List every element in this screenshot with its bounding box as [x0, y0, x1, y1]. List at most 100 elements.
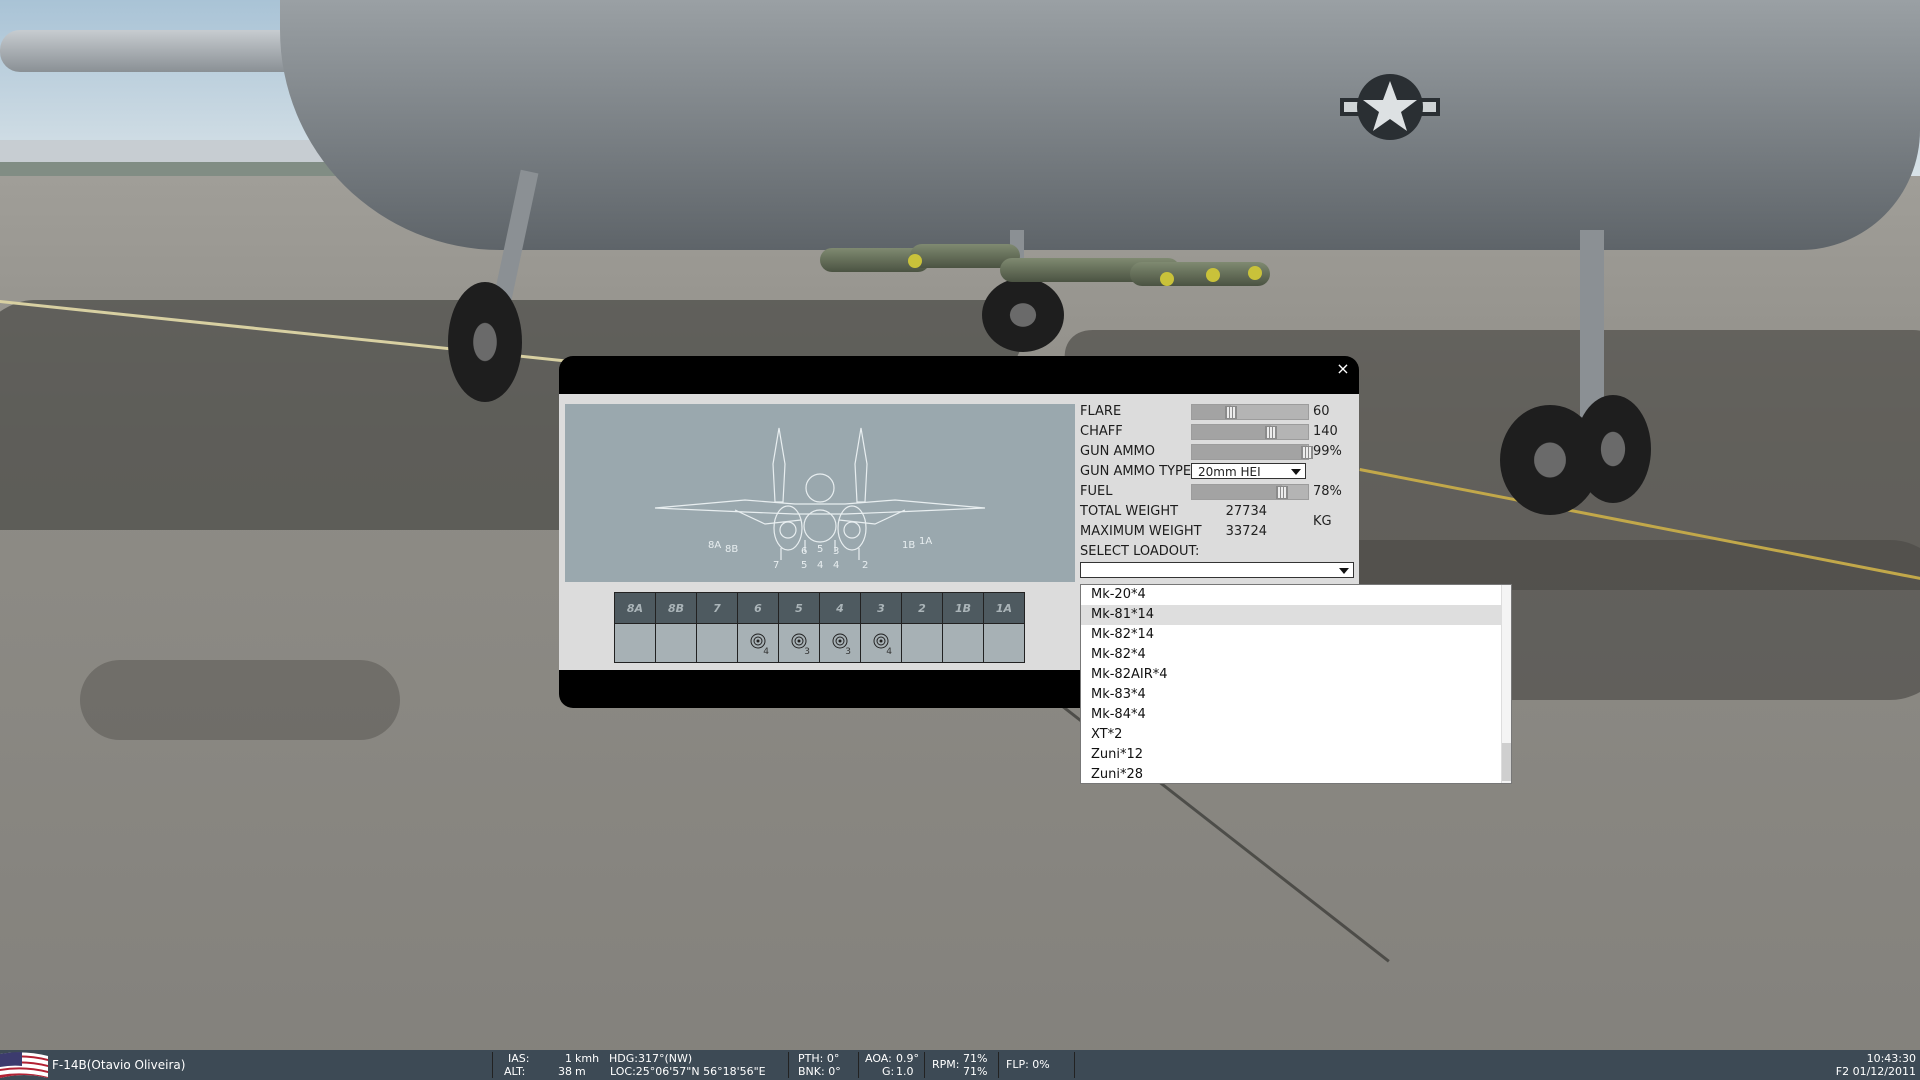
- close-icon[interactable]: ×: [1333, 359, 1353, 379]
- loadout-option[interactable]: XT*2: [1081, 725, 1511, 745]
- loadout-option[interactable]: Mk-20*4: [1081, 585, 1511, 605]
- station-header: 5: [778, 592, 820, 624]
- station-slot[interactable]: [983, 623, 1025, 663]
- loadout-option[interactable]: Mk-82AIR*4: [1081, 665, 1511, 685]
- station-slot[interactable]: 3: [778, 623, 820, 663]
- loadout-option-highlighted[interactable]: Mk-81*14: [1081, 605, 1511, 625]
- status-bar: F-14B(Otavio Oliveira) IAS: 1 kmh ALT: 3…: [0, 1050, 1920, 1080]
- total-weight-label: TOTAL WEIGHT: [1080, 504, 1179, 519]
- station-header: 4: [819, 592, 861, 624]
- chevron-down-icon[interactable]: [1291, 469, 1301, 475]
- slider-handle[interactable]: [1300, 446, 1313, 459]
- station-label: 8A: [708, 540, 722, 551]
- aircraft-wing: [0, 140, 340, 162]
- landing-gear-wheel: [982, 278, 1064, 352]
- station-header: 1A: [983, 592, 1025, 624]
- station-label: 4: [817, 560, 824, 571]
- flare-row: FLARE 60: [1079, 402, 1357, 422]
- gun-ammo-type-label: GUN AMMO TYPE: [1080, 464, 1192, 479]
- station-slot[interactable]: 4: [860, 623, 902, 663]
- station-slot[interactable]: [942, 623, 984, 663]
- bomb-fuze: [1206, 268, 1220, 282]
- select-loadout-label: SELECT LOADOUT:: [1080, 544, 1200, 559]
- fuel-value: 78%: [1313, 484, 1342, 499]
- dropdown-scrollbar[interactable]: [1501, 585, 1511, 783]
- rpm-label: RPM:: [932, 1058, 960, 1071]
- flare-label: FLARE: [1080, 404, 1122, 419]
- alt-value: 38: [558, 1065, 572, 1078]
- gun-ammo-type-select[interactable]: 20mm HEI: [1191, 463, 1306, 479]
- gun-ammo-row: GUN AMMO 99%: [1079, 442, 1357, 462]
- landing-gear-wheel: [448, 282, 522, 402]
- loadout-option[interactable]: Mk-83*4: [1081, 685, 1511, 705]
- location-readout: LOC:25°06'57"N 56°18'56"E: [610, 1065, 766, 1078]
- rpm-left: 71%: [963, 1052, 988, 1065]
- loadout-option[interactable]: Mk-82*4: [1081, 645, 1511, 665]
- slider-fill: [1192, 425, 1271, 439]
- chaff-label: CHAFF: [1080, 424, 1123, 439]
- divider: [788, 1052, 789, 1078]
- loadout-select-row: [1079, 562, 1357, 582]
- station-slot[interactable]: [901, 623, 943, 663]
- store-count: 3: [845, 647, 851, 657]
- chaff-slider[interactable]: [1191, 424, 1309, 440]
- divider: [924, 1052, 925, 1078]
- store-count: 4: [763, 647, 769, 657]
- station-header: 8A: [614, 592, 656, 624]
- loadout-option[interactable]: Mk-84*4: [1081, 705, 1511, 725]
- station-label: 5: [817, 544, 824, 555]
- bomb-fuze: [1160, 272, 1174, 286]
- station-slot[interactable]: 3: [819, 623, 861, 663]
- store-count: 4: [886, 647, 892, 657]
- station-header: 3: [860, 592, 902, 624]
- station-label: 4: [833, 560, 840, 571]
- chaff-row: CHAFF 140: [1079, 422, 1357, 442]
- station-slot[interactable]: 4: [737, 623, 779, 663]
- aoa-label: AOA:: [865, 1052, 892, 1065]
- station-label: 3: [833, 546, 840, 557]
- slider-fill: [1192, 445, 1307, 459]
- station-label: 2: [862, 560, 869, 571]
- f14-front-view-icon: [654, 427, 986, 560]
- chevron-down-icon[interactable]: [1339, 568, 1349, 574]
- loadout-select[interactable]: [1080, 562, 1354, 578]
- aircraft-shadow: [80, 660, 400, 740]
- divider: [998, 1052, 999, 1078]
- loadout-option[interactable]: Zuni*12: [1081, 745, 1511, 765]
- station-label: 1B: [902, 540, 916, 551]
- store-count: 3: [804, 647, 810, 657]
- ias-value: 1: [565, 1052, 572, 1065]
- g-value: 1.0: [896, 1065, 914, 1078]
- slider-handle[interactable]: [1264, 426, 1277, 439]
- ias-label: IAS:: [508, 1052, 530, 1065]
- bank-readout: BNK: 0°: [798, 1065, 841, 1078]
- loadout-dropdown-list[interactable]: Mk-20*4 Mk-81*14 Mk-82*14 Mk-82*4 Mk-82A…: [1080, 584, 1512, 784]
- aircraft-name: F-14B(Otavio Oliveira): [52, 1058, 186, 1072]
- bomb-fuze: [1248, 266, 1262, 280]
- station-slot[interactable]: [614, 623, 656, 663]
- max-weight-label: MAXIMUM WEIGHT: [1080, 524, 1202, 539]
- station-slot[interactable]: [655, 623, 697, 663]
- slider-fill: [1192, 485, 1283, 499]
- total-weight-value: 27734: [1225, 504, 1267, 519]
- gun-ammo-slider[interactable]: [1191, 444, 1313, 460]
- slider-handle[interactable]: [1225, 406, 1238, 419]
- rpm-right: 71%: [963, 1065, 988, 1078]
- slider-handle[interactable]: [1276, 486, 1289, 499]
- station-slot[interactable]: [696, 623, 738, 663]
- scrollbar-thumb[interactable]: [1502, 743, 1511, 781]
- fuel-label: FUEL: [1080, 484, 1113, 499]
- aoa-value: 0.9°: [896, 1052, 919, 1065]
- alt-label: ALT:: [504, 1065, 526, 1078]
- gun-ammo-label: GUN AMMO: [1080, 444, 1156, 459]
- station-header: 8B: [655, 592, 697, 624]
- station-header: 2: [901, 592, 943, 624]
- fuel-slider[interactable]: [1191, 484, 1309, 500]
- stores-panel: FLARE 60 CHAFF 140 GUN AMMO 99% GUN AMMO…: [1079, 402, 1357, 582]
- landing-gear-wheel: [1575, 395, 1651, 503]
- max-weight-value: 33724: [1225, 524, 1267, 539]
- loadout-option[interactable]: Mk-82*14: [1081, 625, 1511, 645]
- loadout-option[interactable]: Zuni*28: [1081, 765, 1511, 783]
- station-grid: 8A 8B 7 6 5 4 3 2 1B 1A 4 3 3 4: [614, 592, 1025, 663]
- flare-slider[interactable]: [1191, 404, 1309, 420]
